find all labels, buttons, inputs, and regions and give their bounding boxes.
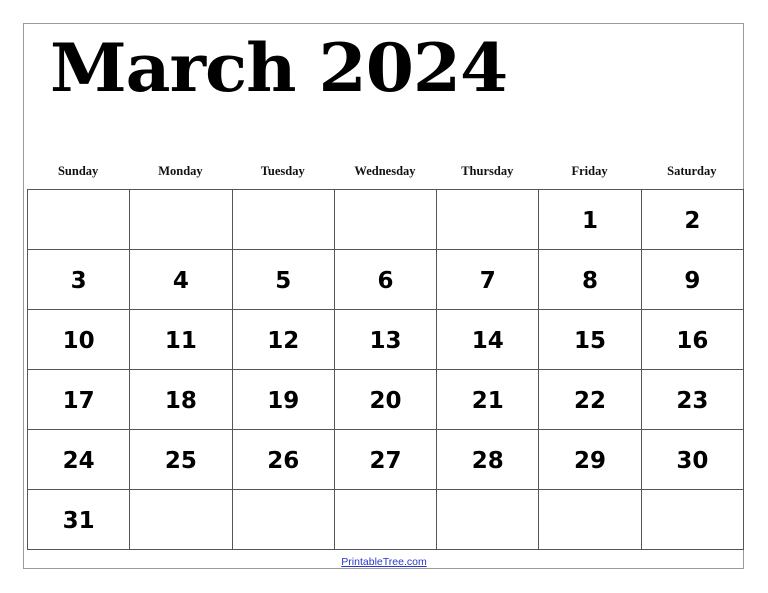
calendar-title: March 2024 xyxy=(50,29,508,107)
day-cell: 29 xyxy=(539,430,642,490)
weekday-label: Friday xyxy=(571,164,608,178)
day-cell: 19 xyxy=(232,370,335,430)
day-cell: 5 xyxy=(232,250,335,310)
day-cell: 6 xyxy=(334,250,438,310)
day-cell: 30 xyxy=(641,430,744,490)
empty-day-cell xyxy=(28,190,131,250)
weekday-label: Wednesday xyxy=(354,164,416,178)
day-cell: 14 xyxy=(437,310,540,370)
day-cell: 8 xyxy=(539,250,642,310)
day-cell: 4 xyxy=(130,250,233,310)
empty-day-cell xyxy=(641,490,744,550)
day-cell: 31 xyxy=(28,490,131,550)
day-cell: 7 xyxy=(437,250,540,310)
day-cell: 10 xyxy=(28,310,131,370)
day-cell: 16 xyxy=(641,310,744,370)
weekday-label: Thursday xyxy=(461,164,514,178)
empty-day-cell xyxy=(437,190,540,250)
day-cell: 27 xyxy=(334,430,438,490)
footer: PrintableTree.com xyxy=(0,556,768,568)
day-cell: 11 xyxy=(130,310,233,370)
day-cell: 24 xyxy=(28,430,131,490)
day-cell: 9 xyxy=(641,250,744,310)
day-cell: 12 xyxy=(232,310,335,370)
day-cell: 21 xyxy=(437,370,540,430)
empty-day-cell xyxy=(334,190,438,250)
calendar-grid: 1 2 3 4 5 6 7 8 9 10 11 12 13 14 15 16 17 18 19 20 21 22 23 24 2… xyxy=(27,189,744,550)
weekday-label: Monday xyxy=(158,164,203,178)
footer-link[interactable]: PrintableTree.com xyxy=(341,556,426,568)
empty-day-cell xyxy=(437,490,540,550)
empty-day-cell xyxy=(232,190,335,250)
day-cell: 17 xyxy=(28,370,131,430)
day-cell: 20 xyxy=(334,370,438,430)
day-cell: 25 xyxy=(130,430,233,490)
day-cell: 23 xyxy=(641,370,744,430)
empty-day-cell xyxy=(334,490,438,550)
day-cell: 2 xyxy=(641,190,744,250)
day-cell: 28 xyxy=(437,430,540,490)
weekday-label: Saturday xyxy=(667,164,717,178)
day-cell: 26 xyxy=(232,430,335,490)
day-cell: 3 xyxy=(28,250,131,310)
weekday-header-row: Sunday Monday Tuesday Wednesday Thursday… xyxy=(27,164,743,179)
weekday-label: Sunday xyxy=(57,164,99,178)
day-cell: 13 xyxy=(334,310,438,370)
day-cell: 18 xyxy=(130,370,233,430)
empty-day-cell xyxy=(539,490,642,550)
day-cell: 22 xyxy=(539,370,642,430)
day-cell: 1 xyxy=(539,190,642,250)
empty-day-cell xyxy=(130,490,233,550)
weekday-label: Tuesday xyxy=(260,164,305,178)
day-cell: 15 xyxy=(539,310,642,370)
empty-day-cell xyxy=(130,190,233,250)
empty-day-cell xyxy=(232,490,335,550)
